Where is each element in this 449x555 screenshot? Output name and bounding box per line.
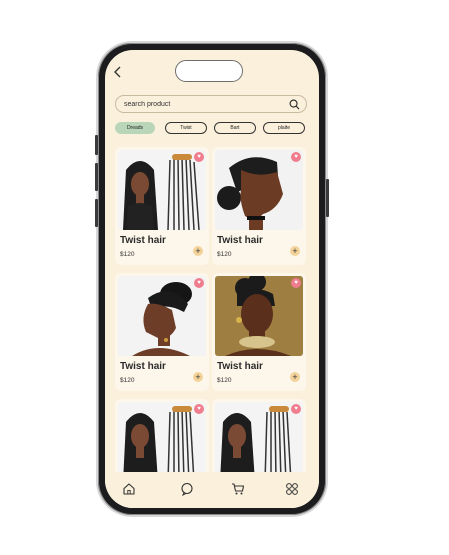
product-card[interactable]: ♥ Twist hair $120 + [212,273,306,391]
product-image [215,150,303,230]
product-price: $120 [120,377,135,384]
home-icon[interactable] [122,482,136,496]
product-image [118,276,206,356]
app-screen: Dreads Twist Bart plaite [105,50,319,508]
plus-icon[interactable]: + [193,246,203,256]
heart-icon[interactable]: ♥ [291,278,301,288]
product-name: Twist hair [120,361,166,372]
plus-icon[interactable]: + [290,372,300,382]
side-button [95,199,98,227]
search-input[interactable] [124,98,274,111]
filter-chip-bart[interactable]: Bart [214,122,256,134]
grid-icon[interactable] [285,482,299,496]
heart-icon[interactable]: ♥ [194,152,204,162]
plus-icon[interactable]: + [290,246,300,256]
search-bar[interactable] [115,95,307,113]
filter-chip-dreads[interactable]: Dreads [115,122,155,134]
side-button [95,135,98,155]
product-price: $120 [217,251,232,258]
chat-icon[interactable] [180,482,194,496]
filter-chips: Dreads Twist Bart plaite [115,122,311,136]
product-image [215,276,303,356]
side-button [95,163,98,191]
filter-chip-twist[interactable]: Twist [165,122,207,134]
chevron-left-icon[interactable] [113,65,122,81]
product-name: Twist hair [217,361,263,372]
dynamic-island [175,60,243,82]
product-card[interactable]: ♥ Twist hair $120 + [115,147,209,265]
product-name: Twist hair [120,235,166,246]
side-button [326,179,329,217]
product-price: $120 [217,377,232,384]
product-image [118,402,206,482]
filter-chip-plaite[interactable]: plaite [263,122,305,134]
product-grid: ♥ Twist hair $120 + ♥ Twist hair $120 + … [115,147,309,508]
heart-icon[interactable]: ♥ [291,404,301,414]
product-image [118,150,206,230]
product-card[interactable]: ♥ Twist hair $120 + [115,273,209,391]
product-image [215,402,303,482]
product-card[interactable]: ♥ Twist hair $120 + [212,147,306,265]
bottom-tab-bar [105,472,319,508]
heart-icon[interactable]: ♥ [194,404,204,414]
search-icon[interactable] [289,99,300,110]
phone-frame: Dreads Twist Bart plaite [95,43,329,515]
heart-icon[interactable]: ♥ [194,278,204,288]
product-price: $120 [120,251,135,258]
plus-icon[interactable]: + [193,372,203,382]
product-name: Twist hair [217,235,263,246]
cart-icon[interactable] [231,482,245,496]
heart-icon[interactable]: ♥ [291,152,301,162]
